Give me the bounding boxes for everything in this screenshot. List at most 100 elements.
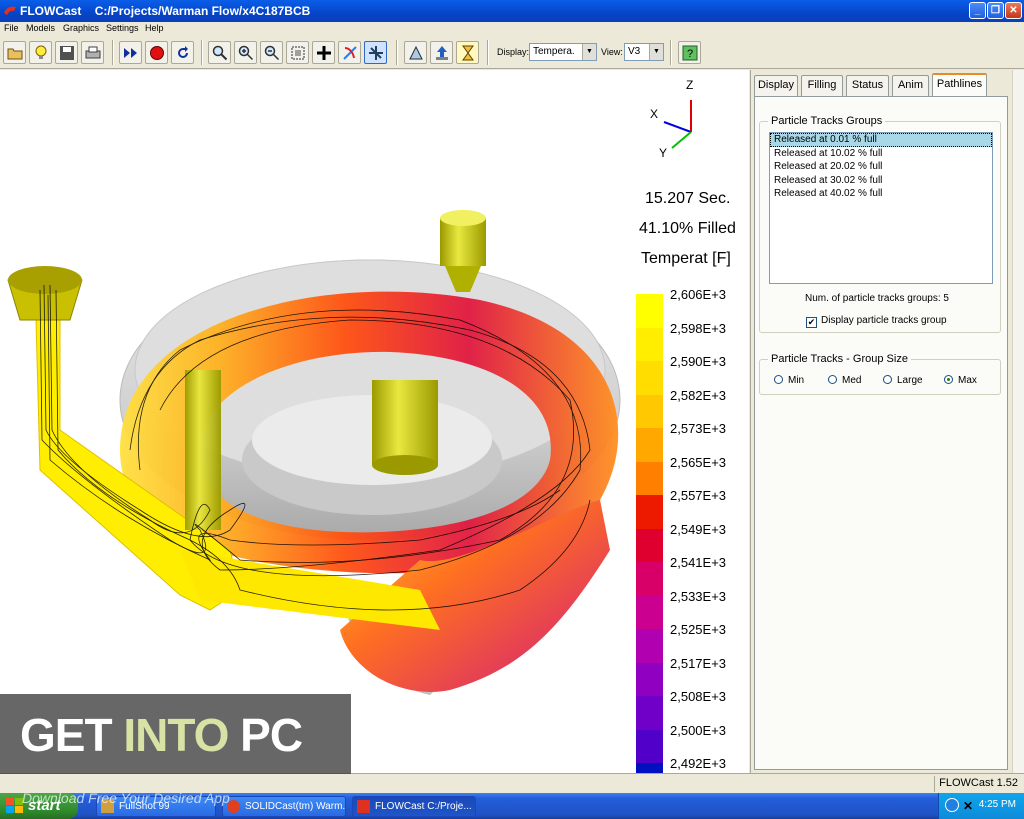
hourglass-icon[interactable] xyxy=(456,41,479,64)
view-label: View: xyxy=(601,47,623,57)
legend-label: 2,573E+3 xyxy=(670,421,727,436)
fit-view-icon[interactable] xyxy=(286,41,309,64)
size-radio-large[interactable]: Large xyxy=(883,375,923,386)
menu-help[interactable]: Help xyxy=(145,23,164,33)
checkbox-label: Display particle tracks group xyxy=(821,315,947,326)
menu-settings[interactable]: Settings xyxy=(106,23,139,33)
tab-pathlines[interactable]: Pathlines xyxy=(932,73,987,96)
flowcast-task-icon xyxy=(357,800,370,813)
pan-icon[interactable] xyxy=(312,41,335,64)
group-title: Particle Tracks Groups xyxy=(768,115,886,127)
fill-percent: 41.10% Filled xyxy=(639,220,736,237)
title-bar: FLOWCast C:/Projects/Warman Flow/x4C187B… xyxy=(0,0,1024,22)
list-item[interactable]: Released at 0.01 % full xyxy=(770,133,992,147)
menu-graphics[interactable]: Graphics xyxy=(63,23,99,33)
task-flowcast[interactable]: FLOWCast C:/Proje... xyxy=(352,796,476,817)
legend-label: 2,533E+3 xyxy=(670,588,727,604)
legend-swatch xyxy=(636,662,663,697)
legend-label: 2,549E+3 xyxy=(670,521,727,537)
num-groups-text: Num. of particle tracks groups: 5 xyxy=(805,293,949,304)
tab-anim[interactable]: Anim xyxy=(892,75,929,96)
tracks-listbox[interactable]: Released at 0.01 % full Released at 10.0… xyxy=(769,132,993,284)
display-select[interactable]: Tempera. ▼ xyxy=(529,43,597,61)
lightbulb-icon[interactable] xyxy=(29,41,52,64)
legend-swatch xyxy=(636,696,663,731)
pour-cup xyxy=(7,266,83,321)
rewind-icon[interactable] xyxy=(171,41,194,64)
system-tray: ✕ 4:25 PM xyxy=(938,793,1024,819)
legend-swatch xyxy=(636,562,663,597)
solid-view-icon[interactable] xyxy=(404,41,427,64)
group-size-box: Particle Tracks - Group Size Min Med Lar… xyxy=(759,353,1001,395)
task-solidcast[interactable]: SOLIDCast(tm) Warm... xyxy=(222,796,346,817)
legend-label: 2,525E+3 xyxy=(670,622,727,637)
radio-icon[interactable] xyxy=(883,375,892,384)
axis-z-label: Z xyxy=(686,78,694,92)
size-radio-med[interactable]: Med xyxy=(828,375,861,386)
legend-label: 2,500E+3 xyxy=(670,722,727,738)
legend-swatch xyxy=(636,394,663,429)
help-icon[interactable]: ? xyxy=(678,41,701,64)
particle-tracks-groups-box: Particle Tracks Groups Released at 0.01 … xyxy=(759,115,1001,333)
network-icon[interactable]: ✕ xyxy=(963,799,973,813)
tab-display[interactable]: Display xyxy=(754,75,798,96)
watermark-banner: GET INTO PC xyxy=(0,694,351,774)
legend-swatch xyxy=(636,361,663,396)
vertical-scrollbar[interactable] xyxy=(1012,70,1024,773)
size-radio-max[interactable]: Max xyxy=(944,375,977,386)
pathlines-tab-body: Particle Tracks Groups Released at 0.01 … xyxy=(754,96,1008,770)
legend-label: 2,557E+3 xyxy=(670,488,727,503)
axis-y-label: Y xyxy=(659,146,668,160)
watermark-subtitle: Download Free Your Desired App xyxy=(22,790,230,806)
size-radio-min[interactable]: Min xyxy=(774,375,804,386)
checkbox-icon[interactable]: ✔ xyxy=(806,317,817,328)
legend-swatch xyxy=(636,495,663,530)
svg-text:?: ? xyxy=(687,48,693,60)
radio-icon[interactable] xyxy=(944,375,953,384)
cut-plane-icon[interactable] xyxy=(364,41,387,64)
chevron-down-icon: ▼ xyxy=(649,44,663,60)
display-tracks-checkbox[interactable]: ✔ Display particle tracks group xyxy=(806,315,947,328)
list-item[interactable]: Released at 10.02 % full xyxy=(770,147,992,161)
legend-label: 2,492E+3 xyxy=(670,756,727,771)
minimize-icon[interactable]: _ xyxy=(969,2,986,19)
radio-icon[interactable] xyxy=(828,375,837,384)
fast-forward-icon[interactable] xyxy=(119,41,142,64)
export-icon[interactable] xyxy=(430,41,453,64)
flowcast-app-icon xyxy=(4,6,16,15)
back-arrow-icon[interactable] xyxy=(945,798,959,812)
list-item[interactable]: Released at 20.02 % full xyxy=(770,160,992,174)
version-text: FLOWCast 1.52 xyxy=(934,776,1018,792)
rotate-icon[interactable] xyxy=(338,41,361,64)
list-item[interactable]: Released at 40.02 % full xyxy=(770,187,992,201)
zoom-out-icon[interactable] xyxy=(260,41,283,64)
zoom-icon[interactable] xyxy=(208,41,231,64)
legend-swatch xyxy=(636,729,663,764)
axis-x-label: X xyxy=(650,107,659,121)
view-select[interactable]: V3 ▼ xyxy=(624,43,664,61)
menu-file[interactable]: File xyxy=(4,23,19,33)
open-icon[interactable] xyxy=(3,41,26,64)
list-item[interactable]: Released at 30.02 % full xyxy=(770,174,992,188)
legend-swatch xyxy=(636,327,663,362)
radio-icon[interactable] xyxy=(774,375,783,384)
maximize-icon[interactable]: ❐ xyxy=(987,2,1004,19)
tab-status[interactable]: Status xyxy=(846,75,889,96)
legend-label: 2,565E+3 xyxy=(670,454,727,470)
close-icon[interactable]: ✕ xyxy=(1005,2,1022,19)
record-stop-icon[interactable] xyxy=(145,41,168,64)
watermark-logo-text: GET INTO PC xyxy=(20,709,303,761)
menu-models[interactable]: Models xyxy=(26,23,55,33)
axis-triad xyxy=(663,100,692,149)
3d-viewport[interactable]: Z X Y 15.207 Sec. 41.10% Filled Temperat… xyxy=(0,70,749,773)
legend-swatch xyxy=(636,461,663,496)
legend-swatch xyxy=(636,294,663,329)
legend-label: 2,598E+3 xyxy=(670,320,727,336)
print-icon[interactable] xyxy=(81,41,104,64)
save-icon[interactable] xyxy=(55,41,78,64)
legend-swatch xyxy=(636,763,663,773)
display-label: Display: xyxy=(497,47,530,57)
tab-filling[interactable]: Filling xyxy=(801,75,843,96)
chevron-down-icon: ▼ xyxy=(582,44,596,60)
zoom-in-icon[interactable] xyxy=(234,41,257,64)
